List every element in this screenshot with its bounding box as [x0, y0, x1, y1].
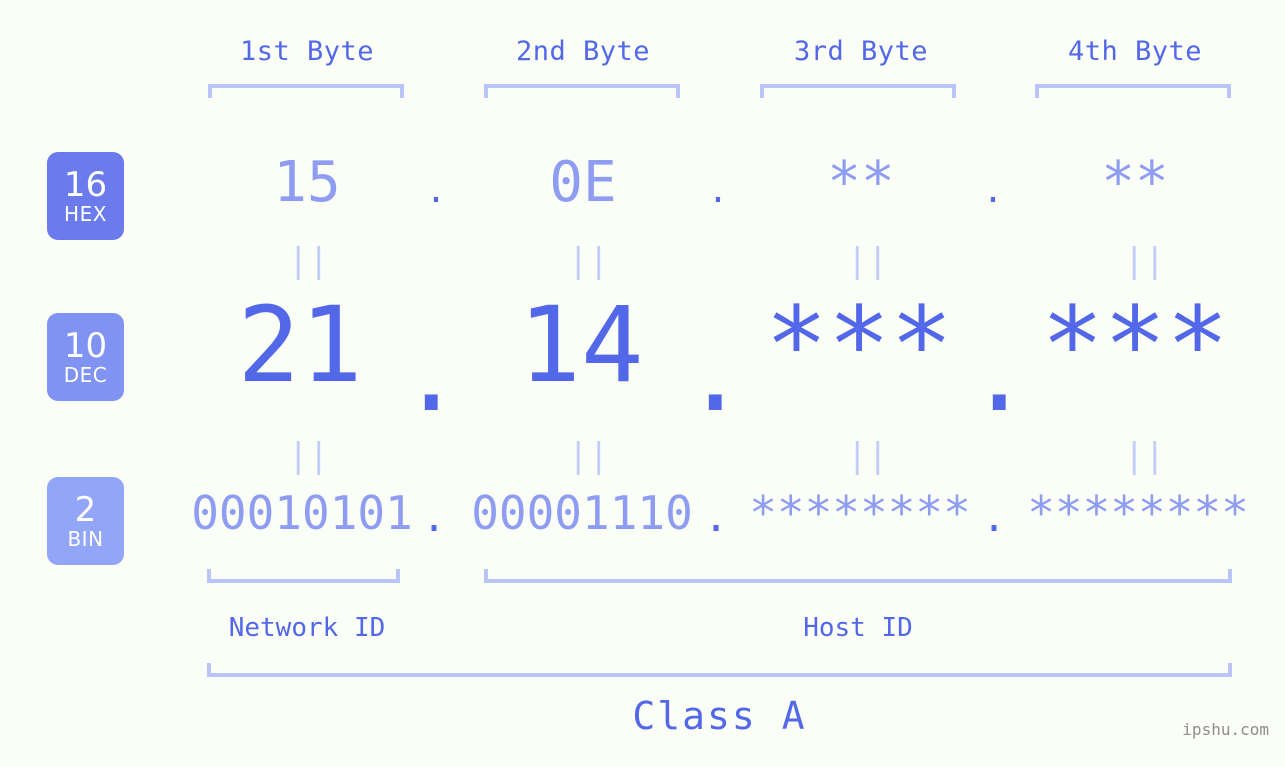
base-badge-hex: 16 HEX — [47, 152, 124, 240]
byte-bracket-top-4 — [1035, 84, 1231, 98]
byte-header-2: 2nd Byte — [515, 36, 651, 67]
base-badge-dec: 10 DEC — [47, 313, 124, 401]
bin-octet-1: 00010101 — [191, 486, 413, 540]
base-badge-bin: 2 BIN — [47, 477, 124, 565]
host-id-bracket — [484, 569, 1232, 583]
equals-symbol-hex-dec-1: || — [288, 241, 329, 281]
byte-header-1: 1st Byte — [239, 36, 375, 67]
host-id-label: Host ID — [803, 613, 913, 643]
hex-octet-2: 0E — [549, 150, 617, 215]
byte-header-3: 3rd Byte — [793, 36, 929, 67]
dec-separator-2: . — [684, 313, 747, 435]
hex-separator-1: . — [425, 171, 447, 211]
byte-bracket-top-3 — [760, 84, 956, 98]
site-watermark: ipshu.com — [1182, 720, 1269, 739]
byte-bracket-top-1 — [208, 84, 404, 98]
base-badge-hex-abbr: HEX — [64, 202, 107, 226]
dec-separator-1: . — [400, 313, 463, 435]
bin-separator-1: . — [421, 495, 447, 541]
dec-octet-1: 21 — [237, 284, 363, 406]
hex-separator-2: . — [707, 171, 729, 211]
bin-octet-3: ******** — [749, 486, 971, 540]
equals-symbol-dec-bin-4: || — [1124, 436, 1165, 476]
ip-address-breakdown-diagram: 1st Byte 2nd Byte 3rd Byte 4th Byte 16 H… — [0, 0, 1285, 767]
network-id-label: Network ID — [228, 613, 386, 643]
byte-header-4: 4th Byte — [1067, 36, 1203, 67]
hex-octet-1: 15 — [273, 150, 341, 215]
equals-symbol-hex-dec-2: || — [568, 241, 609, 281]
equals-symbol-hex-dec-3: || — [847, 241, 888, 281]
class-label: Class A — [632, 694, 807, 738]
equals-symbol-dec-bin-3: || — [847, 436, 888, 476]
bin-octet-2: 00001110 — [471, 486, 693, 540]
network-id-bracket — [207, 569, 400, 583]
base-badge-dec-number: 10 — [63, 326, 108, 366]
byte-bracket-top-2 — [484, 84, 680, 98]
class-bracket — [207, 663, 1232, 677]
base-badge-hex-number: 16 — [63, 165, 108, 205]
dec-octet-4: *** — [1041, 284, 1229, 406]
bin-separator-2: . — [703, 495, 729, 541]
base-badge-bin-abbr: BIN — [67, 527, 104, 551]
hex-separator-3: . — [982, 171, 1004, 211]
bin-octet-4: ******** — [1027, 486, 1249, 540]
base-badge-dec-abbr: DEC — [63, 363, 108, 387]
dec-octet-3: *** — [765, 284, 953, 406]
dec-octet-2: 14 — [518, 284, 644, 406]
equals-symbol-dec-bin-1: || — [288, 436, 329, 476]
hex-octet-4: ** — [1101, 150, 1169, 215]
bin-separator-3: . — [981, 495, 1007, 541]
base-badge-bin-number: 2 — [74, 490, 97, 530]
equals-symbol-hex-dec-4: || — [1124, 241, 1165, 281]
equals-symbol-dec-bin-2: || — [568, 436, 609, 476]
hex-octet-3: ** — [827, 150, 895, 215]
